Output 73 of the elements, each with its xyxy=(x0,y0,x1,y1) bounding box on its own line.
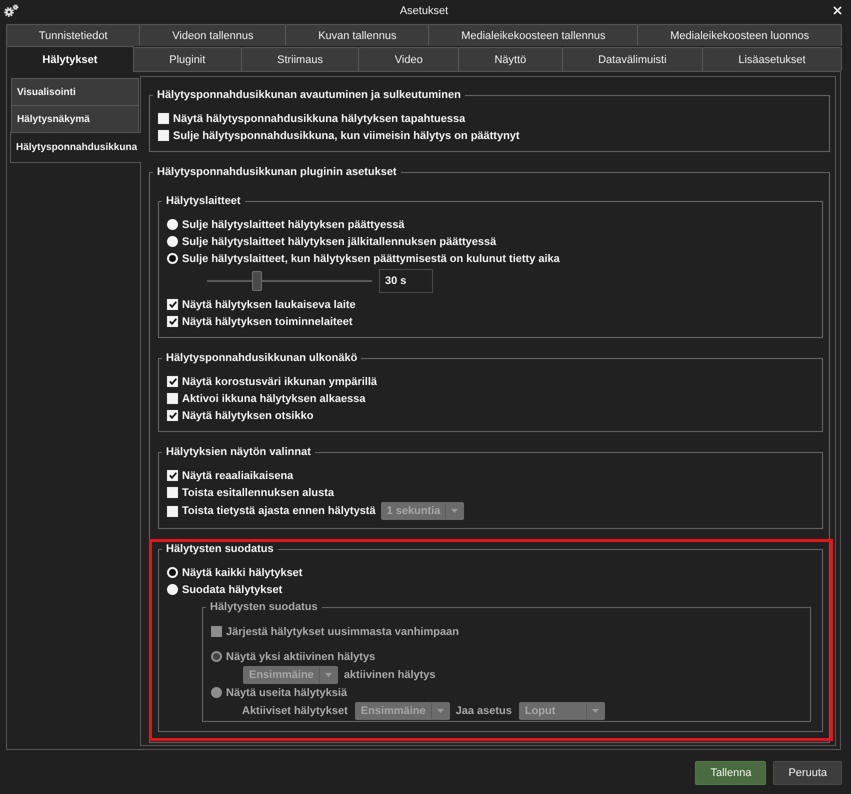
tab[interactable]: Medialeikekoosteen tallennus xyxy=(428,24,638,46)
tab[interactable]: Video xyxy=(358,47,460,71)
checkbox[interactable] xyxy=(158,113,169,124)
checkmark-icon xyxy=(168,378,176,385)
option-label: Sulje hälytyslaitteet, kun hälytyksen päättymisestä on kulunut tietty aika xyxy=(182,252,560,264)
checkbox[interactable] xyxy=(167,487,178,498)
option-label: Näytä hälytyksen otsikko xyxy=(182,410,314,422)
option-label: Näytä hälytyksen toiminnelaiteet xyxy=(182,316,353,328)
checkmark-icon xyxy=(168,301,176,308)
option-label: Suodata hälytykset xyxy=(182,584,282,596)
cancel-button[interactable]: Peruuta xyxy=(773,761,842,785)
value-field[interactable]: 30 s xyxy=(379,269,433,293)
group-title: Hälytysten suodatus xyxy=(165,542,275,556)
checkmark-icon xyxy=(168,412,176,419)
group-title: Hälytysten suodatus xyxy=(209,600,319,614)
option-label: Sulje hälytyslaitteet hälytyksen jälkitallennuksen päättyessä xyxy=(182,236,496,248)
checkbox[interactable] xyxy=(167,410,178,421)
option-label: Näytä kaikki hälytykset xyxy=(182,566,302,578)
caret-icon xyxy=(436,708,444,712)
checkbox[interactable] xyxy=(167,393,178,404)
close-icon xyxy=(833,6,842,15)
tab[interactable]: Datavälimuisti xyxy=(562,47,703,71)
checkbox[interactable] xyxy=(158,130,169,141)
option-label: Näytä yksi aktiivinen hälytys xyxy=(226,650,376,662)
radio-button[interactable] xyxy=(167,236,178,247)
group-title: Hälytysponnahdusikkunan pluginin asetukset xyxy=(156,165,398,179)
sidebar-tab[interactable]: Hälytysnäkymä xyxy=(11,105,139,133)
group-title: Hälytysponnahdusikkunan avautuminen ja sulkeutuminen xyxy=(156,88,462,102)
tab[interactable]: Pluginit xyxy=(132,47,242,71)
tab[interactable]: Näyttö xyxy=(458,47,563,71)
option-label: Järjestä hälytykset uusimmasta vanhimpaan xyxy=(226,626,459,638)
sidebar-tab[interactable]: Hälytysponnahdusikkuna xyxy=(10,132,141,163)
option-label: Sulje hälytysponnahdusikkuna, kun viimeisin hälytys on päättynyt xyxy=(173,130,520,142)
option-label: Näytä reaaliaikaisena xyxy=(182,470,294,482)
checkbox[interactable] xyxy=(167,470,178,481)
option-label: Sulje hälytyslaitteet hälytyksen päättyessä xyxy=(182,218,405,230)
checkbox[interactable] xyxy=(167,316,178,327)
checkbox[interactable] xyxy=(167,376,178,387)
checkmark-icon xyxy=(168,472,176,479)
option-label: Näytä hälytyksen laukaiseva laite xyxy=(182,298,356,310)
option-label: Jaa asetus xyxy=(456,704,512,716)
radio-button[interactable] xyxy=(167,584,178,595)
sidebar-tab[interactable]: Visualisointi xyxy=(11,78,139,106)
option-label: Näytä useita hälytyksiä xyxy=(226,686,348,698)
option-label: aktiivinen hälytys xyxy=(344,668,436,680)
checkbox[interactable] xyxy=(167,299,178,310)
option-label: Aktiiviset hälytykset xyxy=(242,704,348,716)
caret-icon xyxy=(451,509,458,513)
checkmark-icon xyxy=(168,318,176,325)
close-button[interactable] xyxy=(833,6,842,15)
window-title: Asetukset xyxy=(398,4,450,16)
option-label: Näytä korostusväri ikkunan ympärillä xyxy=(182,376,378,388)
group-title: Hälytyslaitteet xyxy=(165,194,242,208)
option-label: Näytä hälytysponnahdusikkuna hälytyksen tapahtuessa xyxy=(173,112,466,124)
checkbox[interactable] xyxy=(167,506,178,516)
option-label: Toista esitallennuksen alusta xyxy=(182,486,334,498)
group-title: Hälytysponnahdusikkunan ulkonäkö xyxy=(165,351,358,365)
caret-icon xyxy=(592,708,599,712)
tab[interactable]: Hälytykset xyxy=(6,46,134,72)
tab[interactable]: Medialeikekoosteen luonnos xyxy=(637,24,842,46)
tab[interactable]: Videon tallennus xyxy=(139,24,286,46)
slider-thumb[interactable] xyxy=(252,271,262,291)
tab[interactable]: Striimaus xyxy=(240,47,360,71)
caret-icon xyxy=(324,672,332,676)
option-label: Toista tietystä ajasta ennen hälytystä xyxy=(182,505,376,517)
group-title: Hälytyksien näytön valinnat xyxy=(165,445,312,459)
option-label: Aktivoi ikkuna hälytyksen alkaessa xyxy=(182,392,366,404)
radio-button[interactable] xyxy=(167,219,178,230)
tab[interactable]: Kuvan tallennus xyxy=(285,24,430,46)
tab[interactable]: Lisäasetukset xyxy=(702,47,842,71)
gears-icon xyxy=(4,4,19,17)
save-button[interactable]: Tallenna xyxy=(695,761,766,785)
tab[interactable]: Tunnistetiedot xyxy=(6,24,140,46)
